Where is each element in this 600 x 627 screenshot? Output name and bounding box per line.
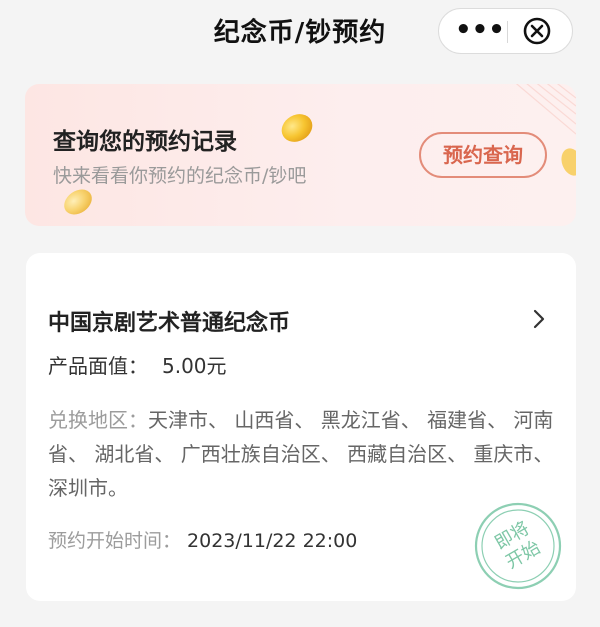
coin-reservation-card[interactable]: 中国京剧艺术普通纪念币 产品面值： 5.00元 兑换地区：天津市、 山西省、 黑龙…	[26, 253, 576, 601]
start-time: 2023/11/22 22:00	[187, 530, 358, 552]
start-time-row: 预约开始时间： 2023/11/22 22:00	[48, 526, 357, 553]
banner-subtitle: 快来看看你预约的纪念币/钞吧	[53, 165, 307, 187]
exchange-region: 兑换地区：天津市、 山西省、 黑龙江省、 福建省、 河南省、 湖北省、 广西壮族…	[48, 403, 554, 505]
face-value-row: 产品面值： 5.00元	[48, 350, 227, 379]
start-time-label: 预约开始时间：	[48, 530, 182, 552]
banner-title: 查询您的预约记录	[53, 129, 237, 155]
reservation-query-button[interactable]: 预约查询	[419, 132, 547, 178]
close-icon[interactable]	[523, 17, 551, 45]
chevron-right-icon[interactable]	[531, 308, 547, 330]
gold-coin-icon	[64, 189, 92, 215]
more-options-button[interactable]: •••	[455, 13, 505, 49]
face-value-label: 产品面值：	[48, 354, 148, 378]
navigation-bar: 纪念币/钞预约 •••	[0, 0, 600, 66]
coming-soon-stamp: 即将 开始	[474, 502, 562, 590]
region-label: 兑换地区：	[48, 408, 148, 432]
gold-coin-icon	[561, 148, 576, 176]
mini-program-capsule: •••	[438, 8, 573, 54]
capsule-divider	[507, 21, 508, 43]
face-value: 5.00元	[162, 354, 227, 378]
reservation-record-banner: 查询您的预约记录 快来看看你预约的纪念币/钞吧 预约查询	[25, 84, 576, 226]
coin-title: 中国京剧艺术普通纪念币	[48, 311, 291, 336]
gold-coin-icon	[281, 114, 313, 142]
